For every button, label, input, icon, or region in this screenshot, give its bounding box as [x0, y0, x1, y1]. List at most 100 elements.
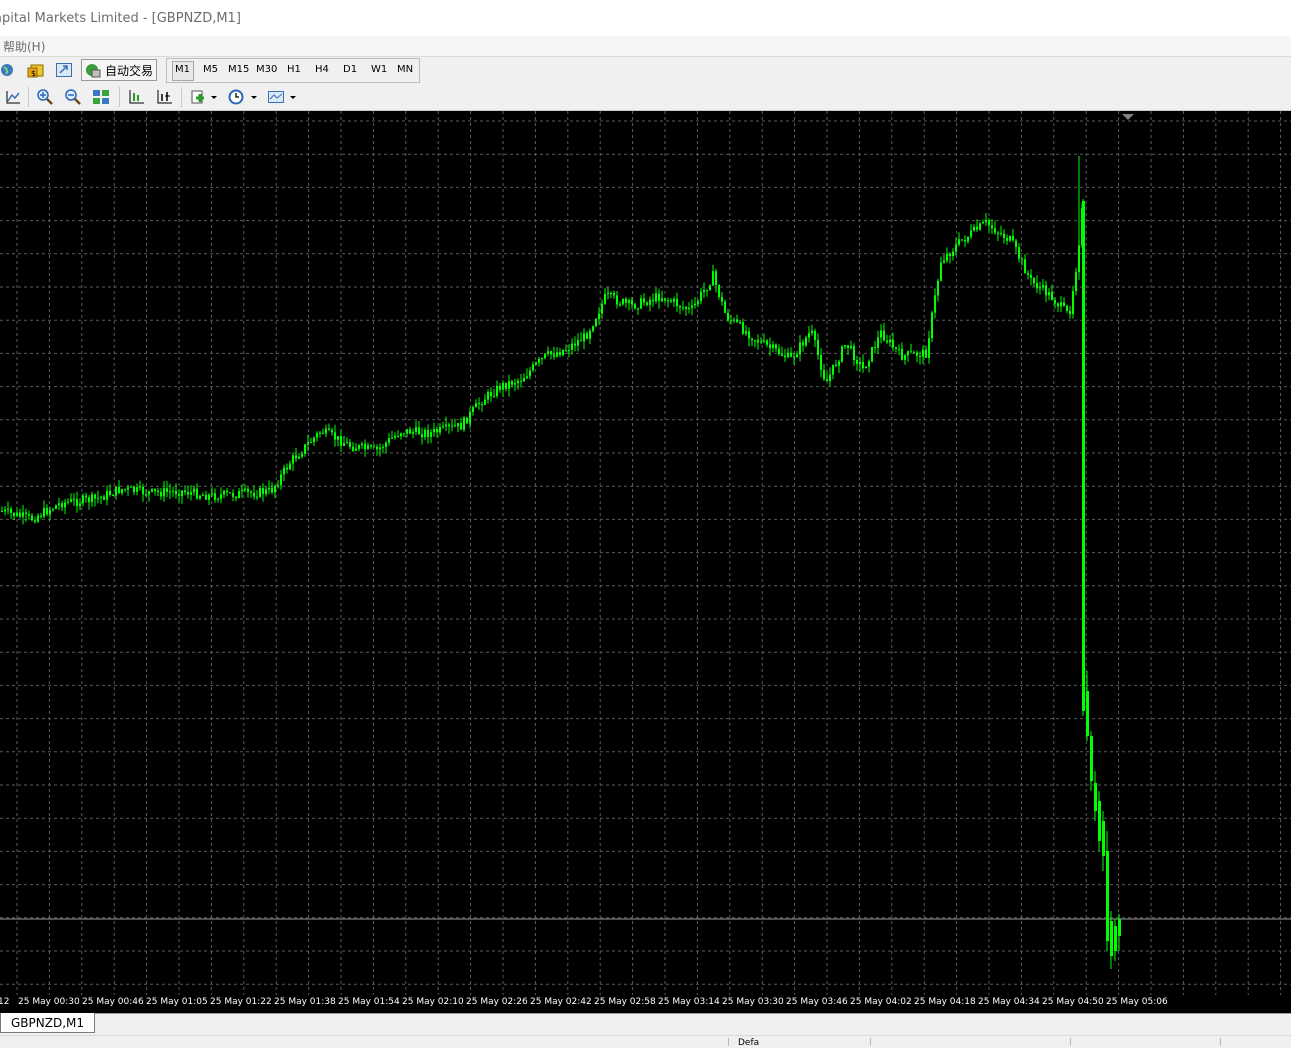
candle-body — [4, 509, 6, 512]
candle-body — [1012, 236, 1014, 241]
candle-body — [1024, 259, 1026, 274]
time-axis-label: 25 May 04:02 — [850, 997, 912, 1007]
chart-shift-marker — [1122, 114, 1134, 120]
candle-body — [850, 346, 852, 348]
candle-body — [448, 424, 450, 427]
candle-body — [1000, 233, 1002, 235]
candle-body — [103, 496, 105, 500]
zoom-out-icon[interactable] — [62, 86, 84, 108]
candle-body — [304, 444, 306, 454]
candle-body — [319, 432, 321, 434]
menu-bar: 帮助(H) — [0, 36, 1291, 56]
candle-body — [484, 399, 486, 405]
fullscreen-icon[interactable] — [53, 59, 75, 81]
tab-gbpnzd-m1[interactable]: GBPNZD,M1 — [0, 1013, 95, 1033]
candle-body — [826, 379, 828, 382]
candle-body — [325, 428, 327, 434]
candle-body — [1030, 274, 1032, 278]
time-axis-label: 25 May 02:58 — [594, 997, 656, 1007]
candle-body — [514, 383, 516, 385]
candle-body — [397, 435, 399, 437]
period-h1[interactable]: H1 — [287, 64, 301, 75]
candle-body — [25, 512, 27, 514]
standard-toolbar: $ 自动交易 M1 M5 M15 M30 H1 H4 D1 W1 MN — [0, 56, 1291, 84]
candle-body — [1, 511, 3, 512]
period-w1[interactable]: W1 — [371, 64, 387, 75]
candle-body — [376, 446, 378, 450]
candle-body — [271, 487, 273, 493]
autotrade-button[interactable]: 自动交易 — [81, 59, 157, 81]
candle-body — [505, 382, 507, 389]
candle-body — [400, 433, 402, 437]
candle-body — [82, 495, 84, 504]
candle-body — [694, 303, 696, 306]
indicators-dropdown-icon[interactable] — [188, 86, 218, 108]
candle-body — [10, 508, 12, 513]
templates-dropdown-icon[interactable] — [266, 86, 298, 108]
candle-body — [1118, 919, 1121, 936]
candle-body — [352, 446, 354, 451]
toolbar-separator — [119, 87, 120, 107]
candle-body — [385, 442, 387, 448]
candle-body — [1021, 258, 1023, 260]
candle-body — [955, 244, 957, 252]
periods-dropdown-icon[interactable] — [227, 86, 259, 108]
candle-body — [631, 300, 633, 305]
period-d1[interactable]: D1 — [343, 64, 357, 75]
candle-body — [280, 474, 282, 486]
candle-body — [94, 494, 96, 499]
candle-body — [1003, 233, 1005, 238]
candle-body — [946, 253, 948, 261]
candle-body — [394, 435, 396, 438]
price-chart[interactable] — [0, 111, 1291, 995]
candle-body — [934, 295, 936, 313]
candle-body — [262, 488, 264, 495]
candle-body — [769, 344, 771, 348]
period-h4[interactable]: H4 — [315, 64, 329, 75]
zoom-in-icon[interactable] — [34, 86, 56, 108]
menu-item-help[interactable]: 帮助(H) — [3, 38, 45, 55]
line-chart-icon[interactable] — [3, 86, 23, 108]
market-watch-icon[interactable]: $ — [25, 59, 47, 81]
candle-body — [73, 499, 75, 501]
time-axis-label: 12 — [0, 997, 10, 1007]
chart-shift-icon[interactable] — [125, 86, 147, 108]
candle-body — [1066, 305, 1068, 311]
period-m1[interactable]: M1 — [175, 64, 190, 75]
candle-body — [637, 308, 639, 310]
candle-body — [949, 253, 951, 256]
candle-body — [661, 298, 663, 301]
candle-body — [178, 494, 180, 496]
candle-body — [655, 293, 657, 302]
candle-body — [334, 432, 336, 440]
candle-body — [133, 486, 135, 492]
candle-body — [601, 303, 603, 314]
candle-body — [457, 423, 459, 427]
period-m30[interactable]: M30 — [256, 64, 277, 75]
candle-body — [784, 355, 786, 358]
period-m5[interactable]: M5 — [203, 64, 218, 75]
tile-windows-icon[interactable] — [90, 86, 112, 108]
candle-body — [532, 364, 534, 371]
autoscroll-icon[interactable] — [153, 86, 175, 108]
candle-body — [46, 507, 48, 515]
candle-body — [112, 495, 114, 496]
period-mn[interactable]: MN — [397, 64, 413, 75]
candle-body — [316, 433, 318, 438]
candle-body — [670, 300, 672, 302]
candle-body — [535, 362, 537, 365]
candle-body — [118, 486, 120, 494]
candle-body — [130, 486, 132, 488]
candlestick-chart[interactable] — [0, 111, 1291, 995]
connection-icon[interactable] — [0, 59, 18, 81]
period-m15[interactable]: M15 — [228, 64, 249, 75]
candle-body — [685, 307, 687, 310]
candle-body — [778, 348, 780, 355]
candle-body — [331, 430, 333, 433]
candle-body — [808, 333, 810, 338]
candle-body — [682, 307, 684, 309]
time-axis: 12 25 May 00:30 25 May 00:46 25 May 01:05 25… — [0, 995, 1291, 1013]
candle-body — [814, 330, 816, 341]
time-axis-label: 25 May 02:26 — [466, 997, 528, 1007]
candle-body — [88, 497, 90, 503]
